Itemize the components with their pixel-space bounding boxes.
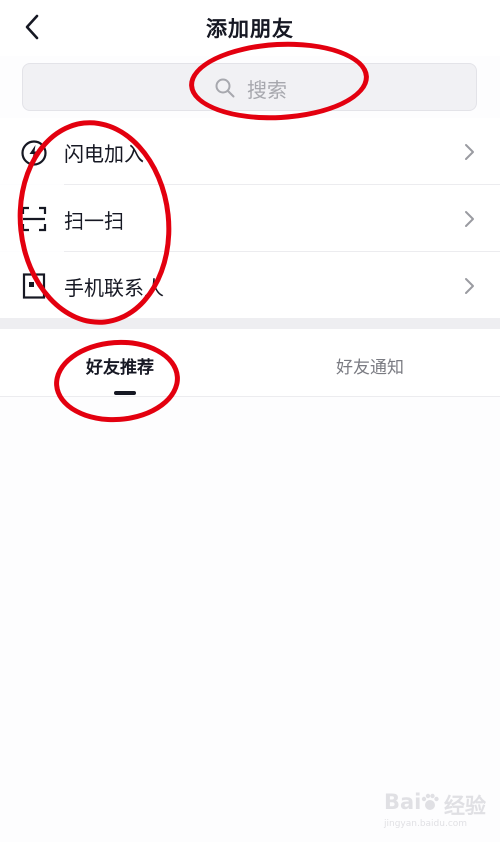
tab-bar: 好友推荐 好友通知 bbox=[0, 329, 500, 397]
section-gap bbox=[0, 318, 500, 329]
search-icon bbox=[215, 78, 235, 98]
scan-icon bbox=[21, 206, 47, 232]
menu-item-label: 扫一扫 bbox=[64, 209, 124, 233]
paw-icon bbox=[421, 793, 439, 810]
watermark-logo: Bai 经验 jingyan.baidu.com bbox=[384, 790, 494, 834]
menu-item-label: 手机联系人 bbox=[64, 276, 164, 300]
top-bar: 添加朋友 bbox=[0, 0, 500, 56]
menu-item-label: 闪电加入 bbox=[64, 142, 144, 166]
chevron-right-icon bbox=[465, 144, 474, 160]
tab-friend-recommend[interactable]: 好友推荐 bbox=[86, 353, 154, 378]
watermark-text: Bai bbox=[384, 790, 422, 814]
chevron-right-icon bbox=[465, 211, 474, 227]
watermark-url: jingyan.baidu.com bbox=[384, 819, 468, 829]
tab-indicator bbox=[114, 391, 136, 395]
watermark-suffix: 经验 bbox=[444, 794, 486, 818]
chevron-right-icon bbox=[465, 278, 474, 294]
tab-friend-notify[interactable]: 好友通知 bbox=[336, 353, 404, 378]
contacts-book-icon bbox=[22, 273, 46, 299]
lightning-circle-icon bbox=[21, 140, 47, 166]
search-placeholder: 搜索 bbox=[247, 78, 287, 102]
page-title: 添加朋友 bbox=[206, 17, 294, 41]
